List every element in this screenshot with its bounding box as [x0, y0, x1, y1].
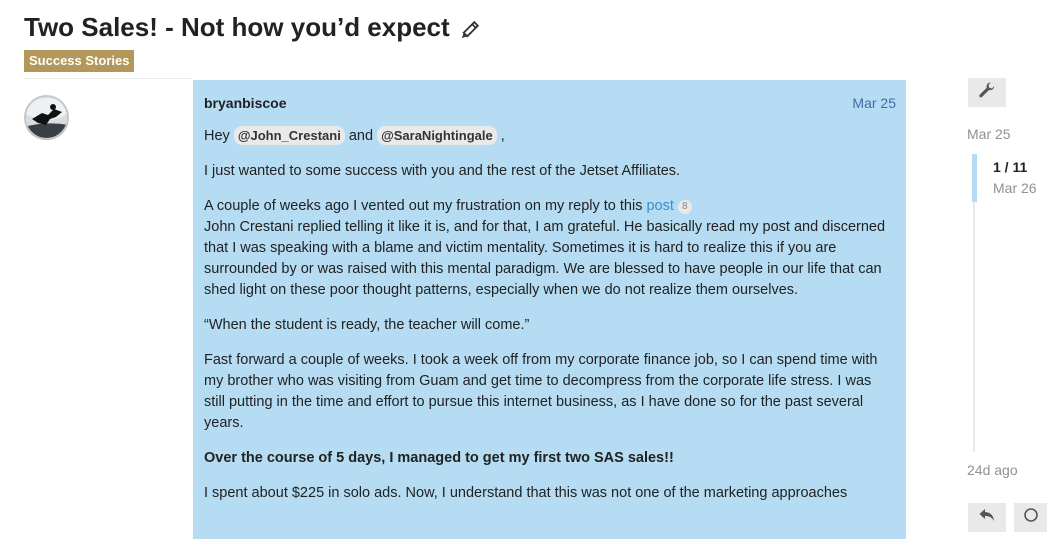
notifications-button[interactable] — [1014, 503, 1047, 532]
timeline-post-position: 1 / 11 — [993, 159, 1028, 175]
paragraph-2-prefix: A couple of weeks ago I vented out my fr… — [204, 198, 647, 214]
post-link[interactable]: post — [646, 198, 673, 214]
mention-john-crestani[interactable]: @John_Crestani — [233, 126, 345, 145]
greeting-suffix: , — [496, 128, 505, 144]
post: bryanbiscoe Mar 25 Hey @John_Crestani an… — [193, 80, 906, 539]
paragraph-5-highlight: Over the course of 5 days, I managed to … — [204, 450, 674, 466]
link-click-count: 8 — [677, 200, 692, 214]
timeline-start-date[interactable]: Mar 25 — [967, 126, 1011, 142]
timeline-position-date: Mar 26 — [993, 180, 1037, 196]
paragraph-2-rest: John Crestani replied telling it like it… — [204, 219, 886, 298]
timeline-scroll-handle[interactable] — [972, 154, 977, 202]
topic-page: Two Sales! - Not how you’d expect Succes… — [0, 0, 1047, 539]
mention-sara-nightingale[interactable]: @SaraNightingale — [377, 126, 497, 145]
divider — [24, 78, 192, 79]
timeline-end-date[interactable]: 24d ago — [967, 462, 1018, 478]
paragraph-6: I spent about $225 in solo ads. Now, I u… — [204, 485, 848, 501]
post-header: bryanbiscoe Mar 25 — [204, 80, 896, 126]
topic-timeline: Mar 25 1 / 11 Mar 26 24d ago — [967, 78, 1047, 539]
paragraph-1: I just wanted to some success with you a… — [204, 163, 681, 179]
circle-icon — [1022, 506, 1040, 529]
greeting-paragraph: Hey @John_Crestani and @SaraNightingale … — [204, 126, 896, 147]
avatar[interactable] — [24, 95, 69, 140]
wrench-icon — [978, 81, 996, 104]
greeting-prefix: Hey — [204, 128, 234, 144]
topic-title[interactable]: Two Sales! - Not how you’d expect — [24, 10, 450, 44]
paragraph-4: Fast forward a couple of weeks. I took a… — [204, 352, 878, 431]
post-username[interactable]: bryanbiscoe — [204, 95, 286, 111]
post-content: bryanbiscoe Mar 25 Hey @John_Crestani an… — [204, 80, 896, 518]
topic-header: Two Sales! - Not how you’d expect Succes… — [24, 10, 480, 72]
reply-button[interactable] — [968, 503, 1006, 532]
post-date[interactable]: Mar 25 — [852, 95, 896, 111]
topic-title-row: Two Sales! - Not how you’d expect — [24, 10, 480, 44]
reply-icon — [978, 506, 996, 529]
post-body: Hey @John_Crestani and @SaraNightingale … — [204, 126, 896, 504]
category-badge[interactable]: Success Stories — [24, 50, 135, 72]
paragraph-2: A couple of weeks ago I vented out my fr… — [204, 196, 896, 301]
greeting-and: and — [344, 128, 378, 144]
pencil-icon[interactable] — [458, 16, 480, 39]
paragraph-3-quote: “When the student is ready, the teacher … — [204, 317, 530, 333]
admin-wrench-button[interactable] — [968, 78, 1006, 107]
